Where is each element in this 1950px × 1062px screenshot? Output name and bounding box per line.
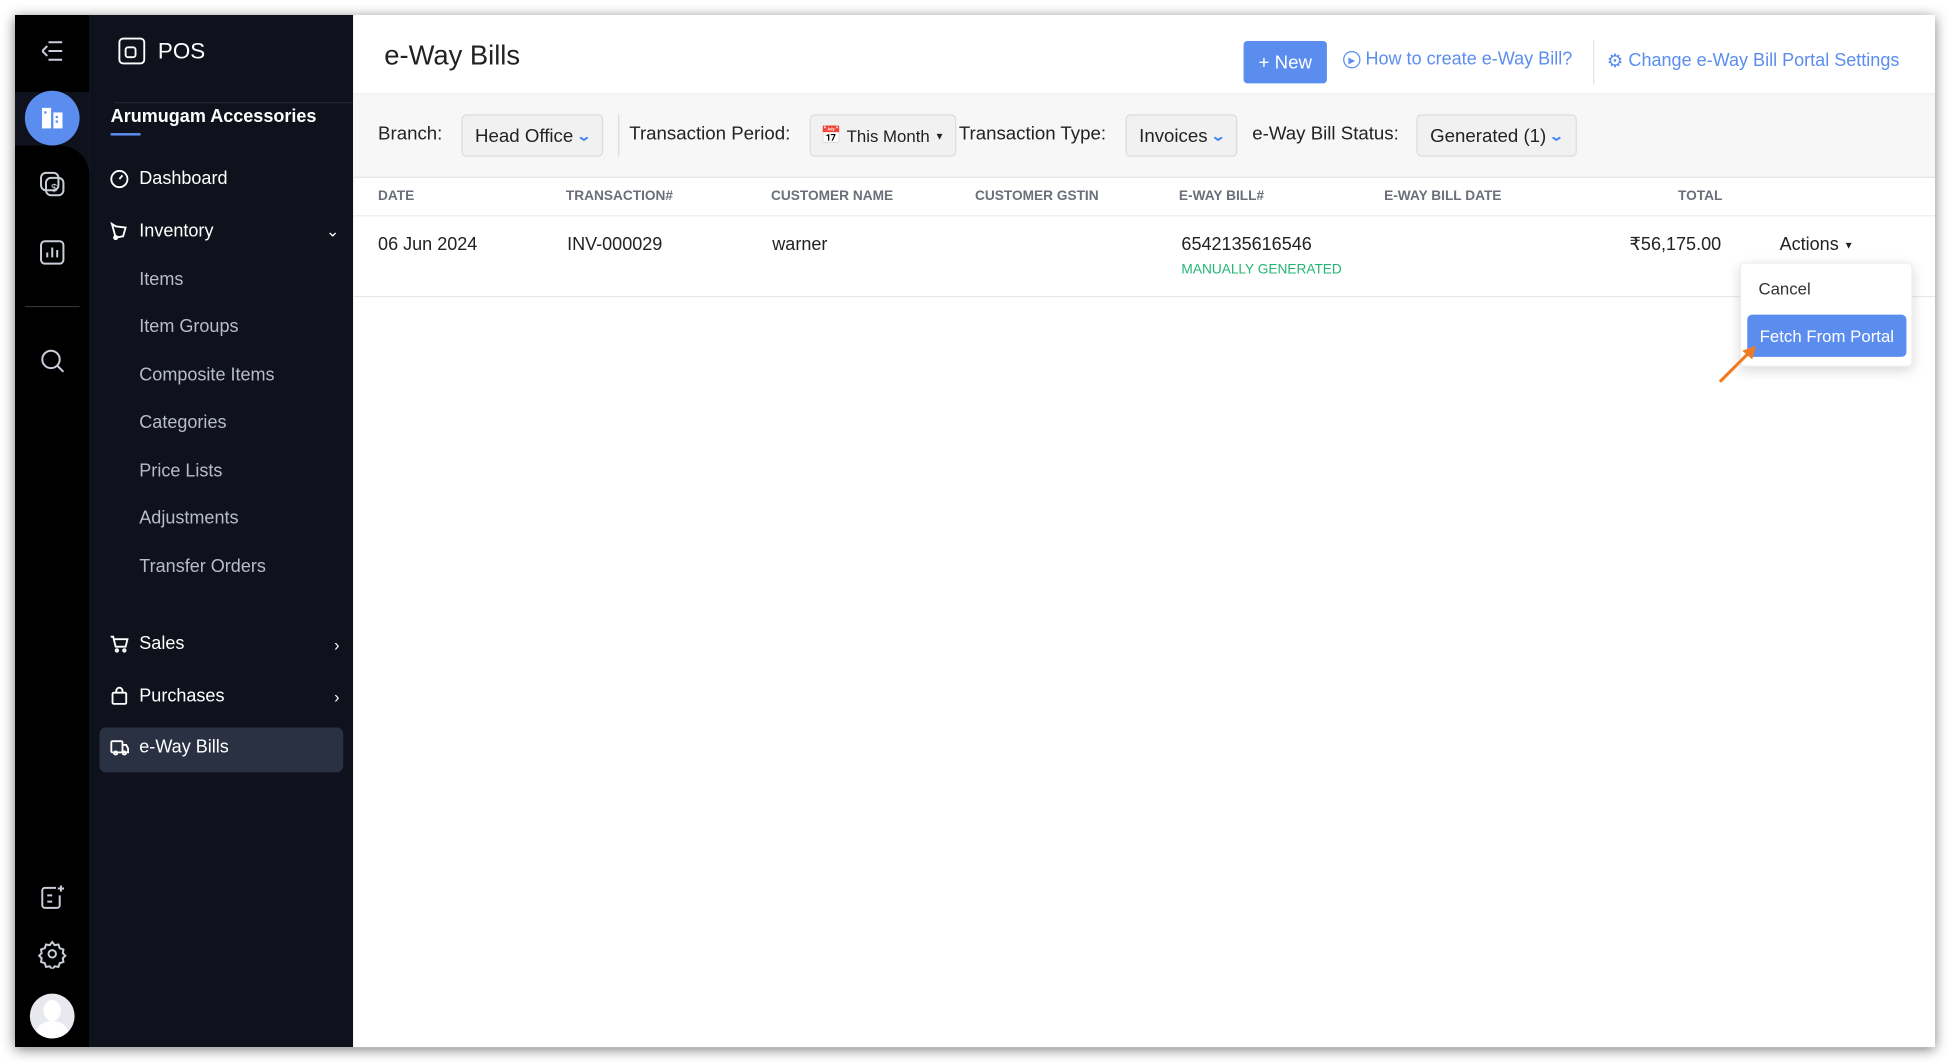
chevron-down-icon: ⌄: [1210, 127, 1226, 143]
icon-rail: $: [15, 15, 90, 1047]
table-row[interactable]: [353, 216, 1935, 297]
col-customer-name: CUSTOMER NAME: [771, 189, 893, 204]
chevron-down-icon: ⌄: [576, 127, 592, 143]
caret-down-icon: ▼: [935, 130, 945, 141]
row-eway-status: MANUALLY GENERATED: [1181, 262, 1341, 277]
caret-down-icon: ▼: [1844, 239, 1854, 250]
chevron-down-icon: ⌄: [326, 221, 340, 241]
actions-button[interactable]: Actions▼: [1780, 235, 1854, 255]
sidebar-item-inventory[interactable]: Inventory⌄: [109, 221, 339, 241]
row-total: ₹56,175.00: [1629, 235, 1721, 255]
row-customer: warner: [772, 235, 827, 255]
bag-icon: [109, 686, 129, 706]
status-label: e-Way Bill Status:: [1252, 123, 1399, 144]
main-content: e-Way Bills + New ▸How to create e-Way B…: [353, 15, 1935, 1047]
branch-select[interactable]: Head Office⌄: [461, 114, 603, 156]
sidebar-item-composite-items[interactable]: Composite Items: [139, 366, 274, 386]
period-label: Transaction Period:: [629, 123, 790, 144]
cart-icon: [109, 634, 129, 654]
col-total: TOTAL: [1678, 189, 1722, 204]
settings-icon[interactable]: [37, 939, 67, 969]
sidebar-item-items[interactable]: Items: [139, 270, 183, 290]
collapse-menu-icon[interactable]: [37, 36, 67, 66]
chevron-right-icon: ›: [334, 687, 339, 706]
sidebar-item-adjustments[interactable]: Adjustments: [139, 509, 238, 529]
truck-icon: [109, 737, 129, 757]
row-eway-bill: 6542135616546: [1181, 235, 1311, 255]
page-title: e-Way Bills: [384, 40, 520, 72]
reports-icon[interactable]: [37, 238, 67, 268]
sidebar-item-item-groups[interactable]: Item Groups: [139, 317, 238, 337]
finance-icon[interactable]: $: [37, 169, 67, 199]
sidebar-item-purchases[interactable]: Purchases›: [109, 686, 339, 706]
sidebar-item-price-lists[interactable]: Price Lists: [139, 461, 222, 481]
avatar[interactable]: [30, 994, 75, 1039]
menu-item-cancel[interactable]: Cancel: [1758, 280, 1810, 299]
status-select[interactable]: Generated (1)⌄: [1416, 114, 1576, 156]
add-note-icon[interactable]: [37, 883, 67, 913]
col-eway-bill-date: E-WAY BILL DATE: [1384, 189, 1501, 204]
app-name: POS: [158, 38, 205, 64]
calendar-icon: 📅: [821, 126, 842, 146]
search-icon[interactable]: [37, 346, 67, 376]
pos-logo-icon: [117, 36, 147, 66]
inventory-icon: [109, 221, 129, 241]
type-select[interactable]: Invoices⌄: [1125, 114, 1237, 156]
gear-icon: ⚙: [1607, 50, 1624, 72]
sidebar-item-dashboard[interactable]: Dashboard: [109, 169, 227, 189]
new-button[interactable]: + New: [1244, 41, 1327, 83]
col-date: DATE: [378, 189, 414, 204]
organization-name[interactable]: Arumugam Accessories: [111, 107, 317, 127]
branch-label: Branch:: [378, 123, 442, 144]
sidebar-item-sales[interactable]: Sales›: [109, 634, 339, 654]
chevron-right-icon: ›: [334, 635, 339, 654]
col-eway-bill: E-WAY BILL#: [1179, 189, 1264, 204]
sidebar-item-eway-bills[interactable]: e-Way Bills: [109, 737, 228, 757]
sidebar: POS Arumugam Accessories Dashboard Inven…: [90, 15, 354, 1047]
portal-settings-link[interactable]: ⚙Change e-Way Bill Portal Settings: [1607, 50, 1900, 72]
annotation-arrow-icon: [1715, 341, 1765, 386]
organization-icon[interactable]: [25, 91, 80, 146]
col-customer-gstin: CUSTOMER GSTIN: [975, 189, 1099, 204]
row-date: 06 Jun 2024: [378, 235, 477, 255]
play-icon: ▸: [1343, 51, 1360, 68]
menu-item-fetch-from-portal[interactable]: Fetch From Portal: [1747, 315, 1906, 357]
help-link[interactable]: ▸How to create e-Way Bill?: [1343, 50, 1572, 70]
type-label: Transaction Type:: [959, 123, 1106, 144]
dashboard-icon: [109, 169, 129, 189]
sidebar-item-transfer-orders[interactable]: Transfer Orders: [139, 557, 266, 577]
svg-text:$: $: [51, 183, 58, 195]
period-select[interactable]: 📅This Month▼: [810, 114, 956, 156]
sidebar-item-categories[interactable]: Categories: [139, 413, 226, 433]
col-transaction: TRANSACTION#: [566, 189, 673, 204]
chevron-down-icon: ⌄: [1549, 127, 1565, 143]
row-transaction[interactable]: INV-000029: [567, 235, 662, 255]
